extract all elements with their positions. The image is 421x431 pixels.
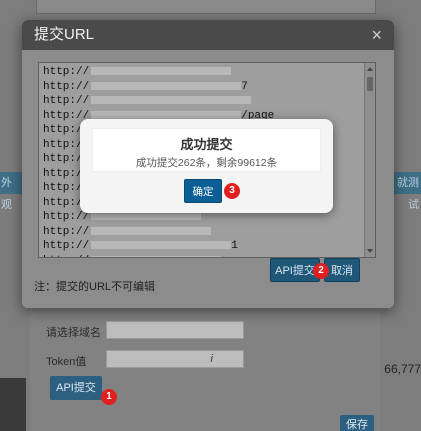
save-button[interactable]: 保存 [340, 415, 374, 431]
url-prefix: http:// [43, 211, 90, 223]
url-prefix: http:// [43, 240, 90, 252]
url-redacted [91, 241, 232, 250]
step-badge-3: 3 [224, 183, 240, 199]
popup-content: 成功提交 成功提交262条，剩余99612条 [92, 128, 321, 172]
url-prefix: http:// [43, 225, 90, 238]
popup-message: 成功提交262条，剩余99612条 [135, 157, 278, 169]
domain-label: 请选择域名 [46, 327, 101, 339]
token-input[interactable]: i [106, 350, 244, 368]
url-prefix: http:// [43, 95, 90, 107]
readonly-note: 注：提交的URL不可编辑 [34, 281, 156, 293]
url-redacted [91, 96, 252, 105]
url-prefix: http:// [43, 255, 89, 258]
background-api-submit-button[interactable]: API提交 [50, 376, 102, 400]
url-line: http:// 7 [43, 80, 361, 95]
url-line: http:// 1 [43, 239, 361, 254]
domain-select[interactable] [106, 321, 244, 339]
url-line: http:// [43, 65, 361, 80]
url-prefix: http:// [43, 80, 90, 93]
background-tab-left[interactable]: 外观 [0, 172, 22, 211]
cancel-button[interactable]: 取消 [324, 258, 360, 282]
scroll-down-icon[interactable] [367, 249, 373, 253]
url-suffix: 1 [231, 240, 238, 252]
background-form: 请选择域名 Token值 i API提交 保存 [30, 308, 380, 431]
success-popup: 成功提交 成功提交262条，剩余99612条 确定 [80, 119, 333, 213]
url-redacted [91, 81, 242, 90]
popup-title: 成功提交 [180, 137, 233, 152]
background-dark-block [0, 378, 26, 431]
scroll-thumb[interactable] [367, 77, 373, 91]
background-number: 66,777 [384, 362, 421, 376]
scroll-up-icon[interactable] [367, 67, 373, 71]
step-badge-2: 2 [313, 263, 329, 279]
close-icon[interactable]: × [371, 20, 382, 50]
url-redacted [91, 110, 242, 119]
url-redacted [91, 212, 202, 221]
url-line: http:// [43, 225, 361, 240]
background-textarea [36, 0, 376, 14]
textarea-scrollbar[interactable] [364, 63, 375, 257]
dialog-header: 提交URL × [22, 20, 394, 50]
url-redacted [91, 226, 212, 235]
url-redacted [91, 255, 222, 257]
url-prefix: http:// [43, 66, 90, 78]
token-label: Token值 [46, 356, 87, 368]
background-tab-right[interactable]: 就测试 [393, 172, 421, 211]
step-badge-1: 1 [101, 389, 117, 405]
ok-button[interactable]: 确定 [184, 179, 222, 203]
url-line: http:// [43, 94, 361, 109]
url-redacted [91, 67, 232, 76]
dialog-title: 提交URL [34, 26, 95, 43]
url-suffix: 7 [241, 80, 248, 93]
